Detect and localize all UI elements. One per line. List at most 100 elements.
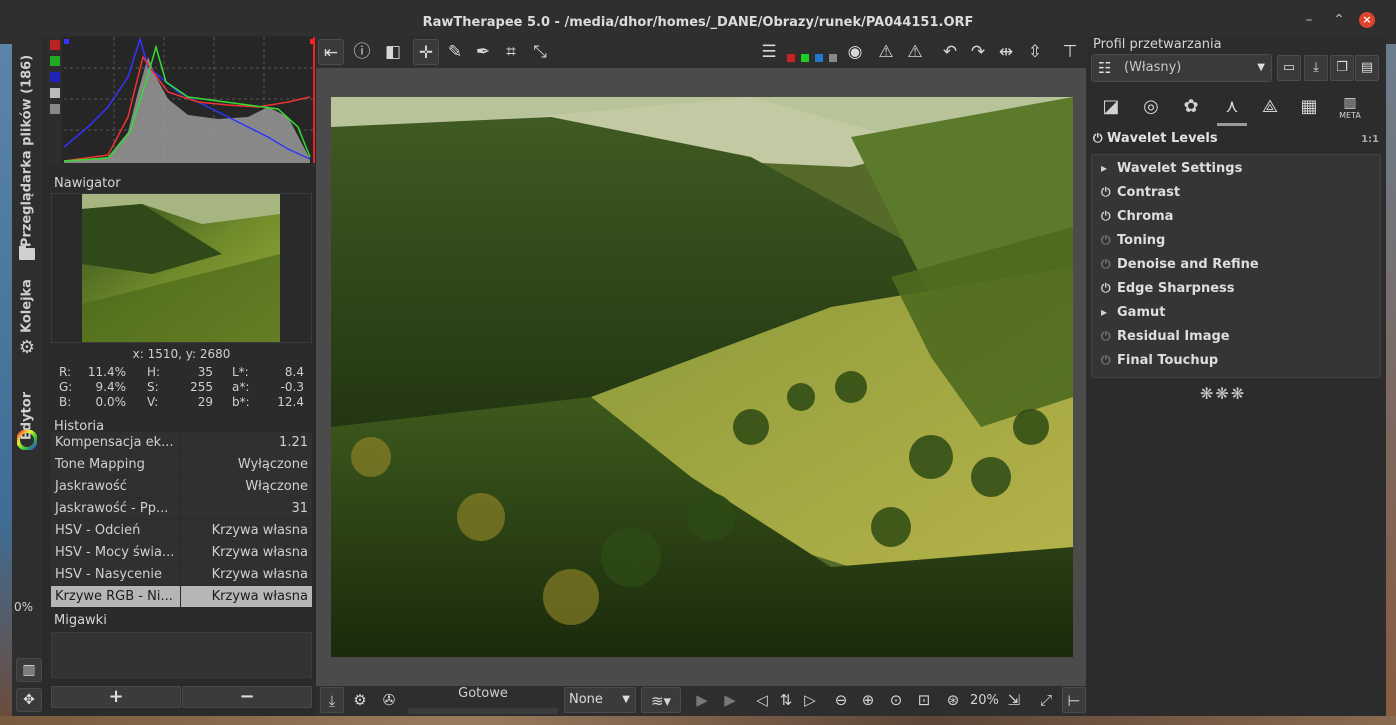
save-profile-icon[interactable]: ⤓ [1304,55,1328,81]
save-icon[interactable]: ⤓ [320,687,344,713]
power-icon[interactable]: ⏻ [1101,281,1117,296]
next-icon[interactable]: ▷ [798,687,822,713]
warning-highlight-icon[interactable]: ⚠ [902,39,928,65]
zoom-out-icon[interactable]: ⊖ [829,687,853,713]
hide-left-panel-icon[interactable]: ⇤ [318,39,344,65]
external-editor-icon[interactable]: ✇ [377,687,401,713]
paste-profile-icon[interactable]: ▤ [1355,55,1379,81]
zoom-level: 20% [970,693,999,708]
metadata-tab-icon[interactable]: ▥ META [1335,92,1365,122]
wavelet-item-residual-image[interactable]: ⏻ Residual Image [1101,329,1230,344]
close-icon[interactable]: × [1359,12,1375,28]
preview-modes-icon[interactable]: ☰ [756,39,782,65]
expander-arrow-icon[interactable]: ▸ [1101,305,1117,319]
status-text: Gotowe [458,686,508,701]
wavelet-item-toning[interactable]: ⏻ Toning [1101,233,1165,248]
previous-icon[interactable]: ◁ [750,687,774,713]
hide-right-panel-icon[interactable]: ⊤ [1057,39,1083,65]
power-icon[interactable]: ⏻ [1101,353,1117,368]
hide-right-icon[interactable]: ⊢ [1062,687,1086,713]
focus-mask-icon[interactable]: ◉ [842,39,868,65]
wavelet-item-chroma[interactable]: ⏻ Chroma [1101,209,1173,224]
wavelet-item-final-touchup[interactable]: ⏻ Final Touchup [1101,353,1218,368]
color-tab-icon[interactable]: ✿ [1176,92,1206,122]
navigator-thumbnail[interactable] [82,194,280,342]
tab-editor[interactable]: Edytor [12,366,42,466]
profile-select[interactable]: ☷ (Własny) ▼ [1091,54,1272,82]
sync-icon[interactable]: ⇅ [774,687,798,713]
detail-tab-icon[interactable]: ◎ [1136,92,1166,122]
power-icon[interactable]: ⏻ [1101,329,1117,344]
wavelet-item-contrast[interactable]: ⏻ Contrast [1101,185,1180,200]
zoom-in-icon[interactable]: ⊕ [856,687,880,713]
fit-panels-icon[interactable]: ✥ [16,688,42,712]
wavelet-item-edge-sharpness[interactable]: ⏻ Edge Sharpness [1101,281,1235,296]
power-icon[interactable]: ⏻ [1101,185,1117,200]
transform-tab-icon[interactable]: ⟁ [1255,92,1285,122]
power-icon[interactable]: ⏻ [1101,233,1117,248]
power-icon[interactable]: ⏻ [1101,209,1117,224]
red-channel-icon[interactable] [787,54,795,62]
copy-profile-icon[interactable]: ▶ [690,687,714,713]
open-profile-icon[interactable]: ▭ [1277,55,1301,81]
rgb-values: R: 11.4% G: 9.4% B: 0.0% [59,365,126,409]
wavelet-item-gamut[interactable]: ▸ Gamut [1101,305,1165,320]
history-row[interactable]: HSV - Mocy świa... Krzywa własna [51,542,312,564]
history-row[interactable]: Jaskrawość Włączone [51,476,312,498]
power-icon[interactable]: ⏻ [1093,131,1103,145]
photo-preview[interactable] [331,97,1073,657]
tab-queue[interactable]: Kolejka [12,271,42,341]
queue-select[interactable]: None ▼ [564,687,636,713]
before-after-icon[interactable]: ◧ [380,39,406,65]
warning-shadow-icon[interactable]: ⚠ [873,39,899,65]
queue-add-icon[interactable]: ⚙ [348,687,372,713]
snapshots-list[interactable] [51,632,312,678]
history-item-value: Krzywa własna [211,523,308,538]
wavelet-item-denoise-and-refine[interactable]: ⏻ Denoise and Refine [1101,257,1259,272]
wavelet-item-wavelet-settings[interactable]: ▸ Wavelet Settings [1101,161,1242,176]
blue-channel-icon[interactable] [815,54,823,62]
history-row[interactable]: Krzywe RGB - Ni... Krzywa własna [51,586,312,608]
wavelet-levels-header[interactable]: ⏻ Wavelet Levels 1:1 [1093,131,1383,151]
rotate-right-icon[interactable]: ↷ [965,39,991,65]
maximize-icon[interactable]: ⌃ [1331,12,1347,28]
straighten-icon[interactable]: ⤡ [527,39,553,65]
flip-horizontal-icon[interactable]: ⇹ [993,39,1019,65]
zoom-100-icon[interactable]: ⊛ [941,687,965,713]
history-row[interactable]: HSV - Odcień Krzywa własna [51,520,312,542]
minimize-icon[interactable]: – [1301,12,1317,28]
raw-tab-icon[interactable]: ▦ [1294,92,1324,122]
fullscreen-icon[interactable]: ⤢ [1034,687,1058,713]
copy-profile-icon[interactable]: ❐ [1330,55,1354,81]
zoom-fit-icon[interactable]: ⊙ [884,687,908,713]
exposure-tab-icon[interactable]: ◪ [1096,92,1126,122]
remove-snapshot-button[interactable]: − [182,686,312,708]
zoom-crop-icon[interactable]: ⊡ [912,687,936,713]
new-window-icon[interactable]: ⇲ [1002,687,1026,713]
white-balance-picker-icon[interactable]: ✒ [470,39,496,65]
wavelet-tab-icon[interactable]: ⋏ [1217,92,1247,122]
flip-vertical-icon[interactable]: ⇳ [1022,39,1048,65]
history-row[interactable]: Jaskrawość - Pp... 31 [51,498,312,520]
history-row[interactable]: Tone Mapping Wyłączone [51,454,312,476]
green-channel-icon[interactable] [801,54,809,62]
rotate-left-icon[interactable]: ↶ [937,39,963,65]
profile-preset-icon[interactable]: ≋▾ [641,687,681,713]
crop-icon[interactable]: ⌗ [498,39,524,65]
histogram[interactable] [48,37,316,163]
history-row[interactable]: Kompensacja ek... 1.21 [51,432,312,454]
history-row[interactable]: HSV - Nasycenie Krzywa własna [51,564,312,586]
tab-file-browser[interactable]: Przeglądarka plików (186) [12,36,42,266]
filmstrip-toggle-icon[interactable]: ▥ [16,658,42,682]
color-picker-icon[interactable]: ✎ [442,39,468,65]
hand-icon[interactable]: ✛ [413,39,439,65]
info-icon[interactable]: ⓘ [349,39,375,65]
paste-profile-icon[interactable]: ▶ [718,687,742,713]
add-snapshot-button[interactable]: + [51,686,181,708]
power-icon[interactable]: ⏻ [1101,257,1117,272]
luminance-channel-icon[interactable] [829,54,837,62]
expander-arrow-icon[interactable]: ▸ [1101,161,1117,175]
history-item-value: Krzywa własna [211,545,308,560]
navigator[interactable] [51,193,312,343]
history-item-value: 31 [291,501,308,516]
